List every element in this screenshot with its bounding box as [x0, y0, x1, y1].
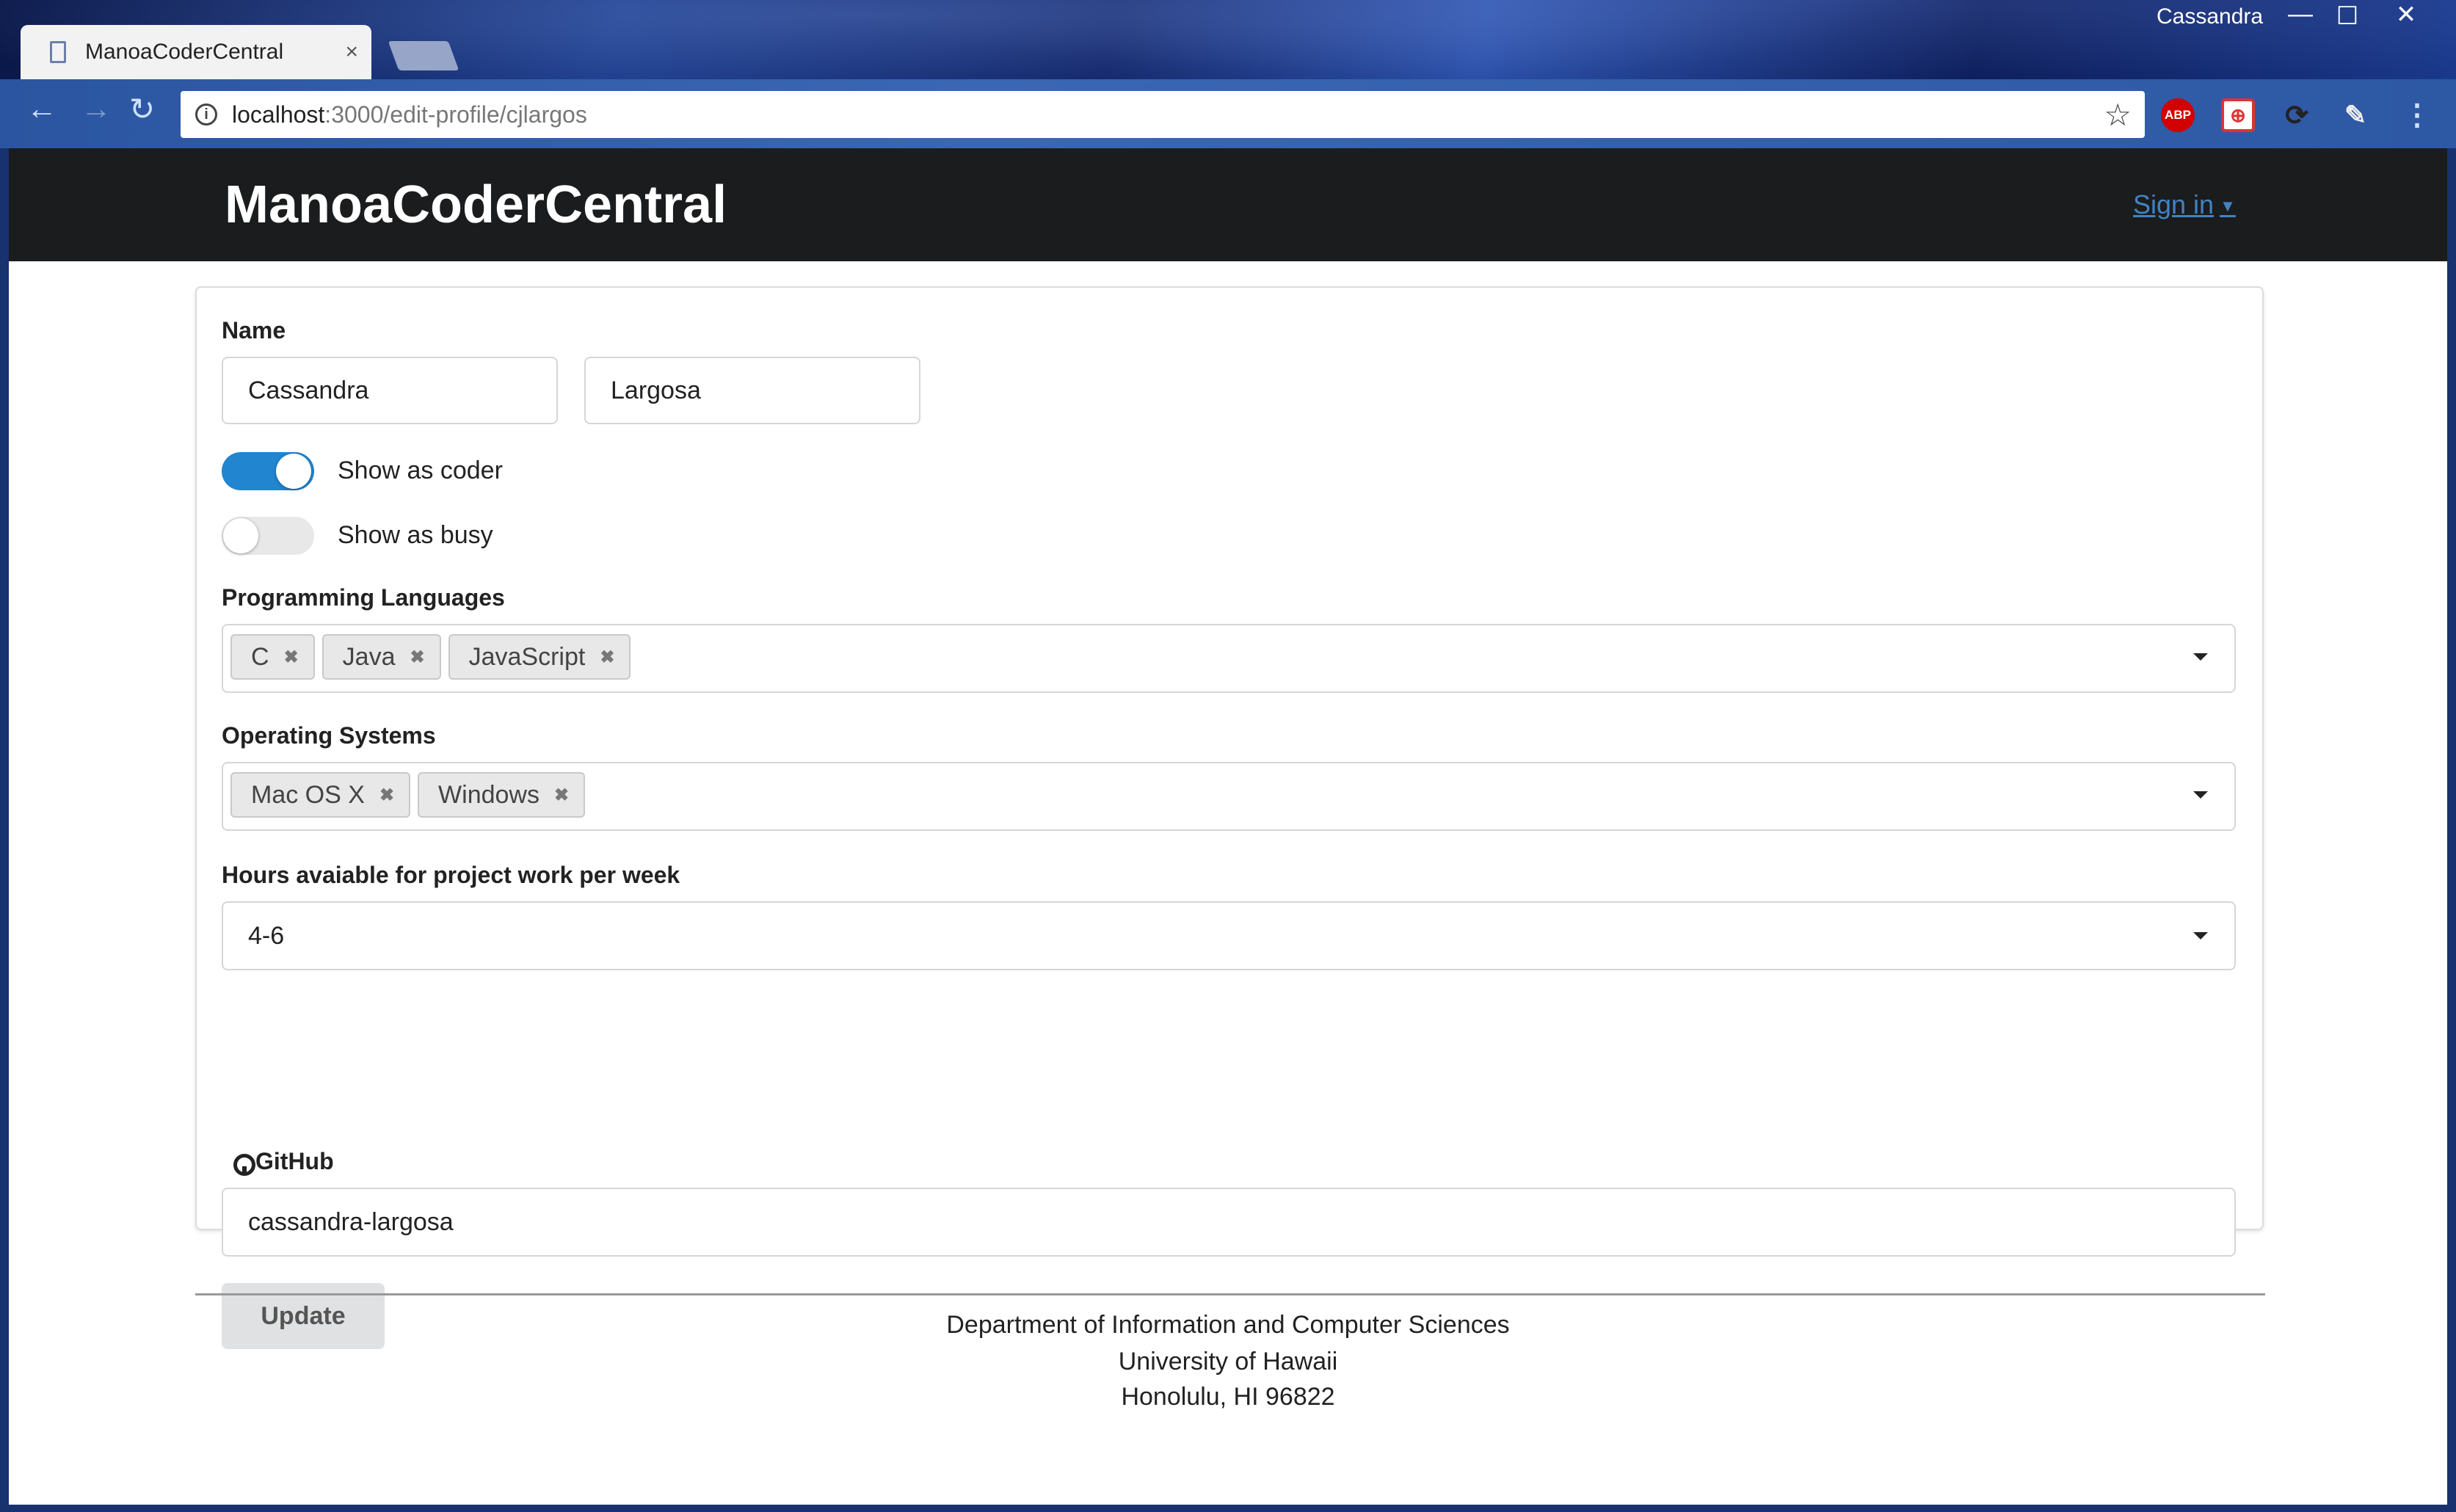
programming-languages-label: Programming Languages — [222, 584, 505, 611]
language-chip: Java ✖ — [321, 634, 441, 680]
remove-chip-icon[interactable]: ✖ — [600, 647, 614, 668]
hours-available-label: Hours avaiable for project work per week — [222, 862, 680, 888]
chip-label: Java — [342, 642, 396, 671]
show-as-busy-toggle[interactable] — [222, 517, 314, 555]
toggle-knob — [276, 454, 311, 489]
programming-languages-select[interactable]: C ✖ Java ✖ JavaScript ✖ — [222, 624, 2236, 693]
profile-user-name[interactable]: Cassandra — [2157, 4, 2263, 29]
chip-label: Mac OS X — [251, 780, 365, 809]
brand-logo[interactable]: ManoaCoderCentral — [225, 175, 727, 235]
globe-extension-icon[interactable]: ⊕ — [2221, 98, 2255, 132]
footer-divider — [195, 1293, 2265, 1295]
maximize-icon[interactable]: ☐ — [2325, 1, 2369, 31]
name-label: Name — [222, 317, 286, 344]
browser-tab[interactable]: ManoaCoderCentral × — [21, 25, 371, 79]
window-frame-right — [2447, 148, 2456, 1512]
operating-systems-label: Operating Systems — [222, 722, 436, 749]
last-name-input[interactable]: Largosa — [584, 357, 920, 424]
show-as-coder-toggle[interactable] — [222, 452, 314, 490]
remove-chip-icon[interactable]: ✖ — [410, 647, 425, 668]
close-window-icon[interactable]: ✕ — [2384, 0, 2428, 29]
remove-chip-icon[interactable]: ✖ — [554, 785, 569, 806]
adblock-extension-icon[interactable]: ABP — [2161, 98, 2195, 132]
os-chips: Mac OS X ✖ Windows ✖ — [230, 772, 586, 818]
top-navbar: ManoaCoderCentral Sign in ▼ — [9, 148, 2447, 261]
window-frame-bottom — [0, 1505, 2456, 1512]
sign-in-dropdown[interactable]: Sign in ▼ — [2133, 189, 2236, 220]
tab-title: ManoaCoderCentral — [85, 40, 284, 64]
edit-profile-form — [195, 286, 2264, 1230]
dropdown-arrow-icon[interactable] — [2193, 791, 2208, 799]
hours-selected-value: 4-6 — [248, 921, 285, 950]
show-as-busy-label: Show as busy — [338, 521, 493, 549]
browser-menu-icon[interactable]: ⋮ — [2400, 98, 2434, 132]
remove-chip-icon[interactable]: ✖ — [284, 647, 299, 668]
dropdown-arrow-icon[interactable] — [2193, 932, 2208, 939]
page-content: ManoaCoderCentral Sign in ▼ Name Cassandr… — [9, 148, 2447, 1505]
address-bar[interactable]: i localhost :3000/edit-profile/cjlargos … — [181, 91, 2145, 138]
pen-extension-icon[interactable]: ✎ — [2339, 98, 2372, 132]
window-frame-left — [0, 148, 9, 1512]
info-icon[interactable]: i — [195, 103, 217, 126]
footer-university: University of Hawaii — [1118, 1348, 1338, 1375]
bookmark-star-icon[interactable]: ☆ — [2104, 97, 2132, 133]
github-icon — [233, 1154, 255, 1176]
new-tab-button[interactable] — [388, 41, 459, 70]
toggle-knob — [223, 518, 258, 553]
github-label: GitHub — [255, 1148, 334, 1174]
os-chip: Mac OS X ✖ — [230, 772, 411, 818]
hours-available-select[interactable]: 4-6 — [222, 901, 2236, 970]
remove-chip-icon[interactable]: ✖ — [379, 785, 394, 806]
reload-icon[interactable]: ↻ — [129, 91, 155, 127]
tab-close-icon[interactable]: × — [345, 40, 358, 65]
minimize-icon[interactable]: — — [2278, 0, 2322, 29]
github-input[interactable]: cassandra-largosa — [222, 1188, 2236, 1257]
sync-extension-icon[interactable]: ⟳ — [2280, 98, 2314, 132]
forward-arrow-icon[interactable]: → — [81, 91, 112, 126]
footer-department: Department of Information and Computer S… — [946, 1311, 1510, 1339]
caret-down-icon: ▼ — [2220, 197, 2236, 216]
dropdown-arrow-icon[interactable] — [2193, 653, 2208, 661]
first-name-input[interactable]: Cassandra — [222, 357, 558, 424]
url-path: :3000/edit-profile/cjlargos — [324, 101, 587, 128]
language-chips: C ✖ Java ✖ JavaScript ✖ — [230, 634, 631, 680]
chip-label: C — [251, 642, 269, 671]
os-chip: Windows ✖ — [418, 772, 586, 818]
operating-systems-select[interactable]: Mac OS X ✖ Windows ✖ — [222, 762, 2236, 831]
document-icon — [50, 41, 66, 63]
chip-label: Windows — [438, 780, 539, 809]
footer-address: Honolulu, HI 96822 — [1121, 1383, 1335, 1411]
sign-in-label: Sign in — [2133, 189, 2215, 219]
url-host: localhost — [232, 101, 325, 128]
show-as-coder-label: Show as coder — [338, 457, 503, 484]
language-chip: JavaScript ✖ — [448, 634, 631, 680]
back-arrow-icon[interactable]: ← — [26, 91, 57, 126]
chip-label: JavaScript — [468, 642, 586, 671]
language-chip: C ✖ — [230, 634, 315, 680]
